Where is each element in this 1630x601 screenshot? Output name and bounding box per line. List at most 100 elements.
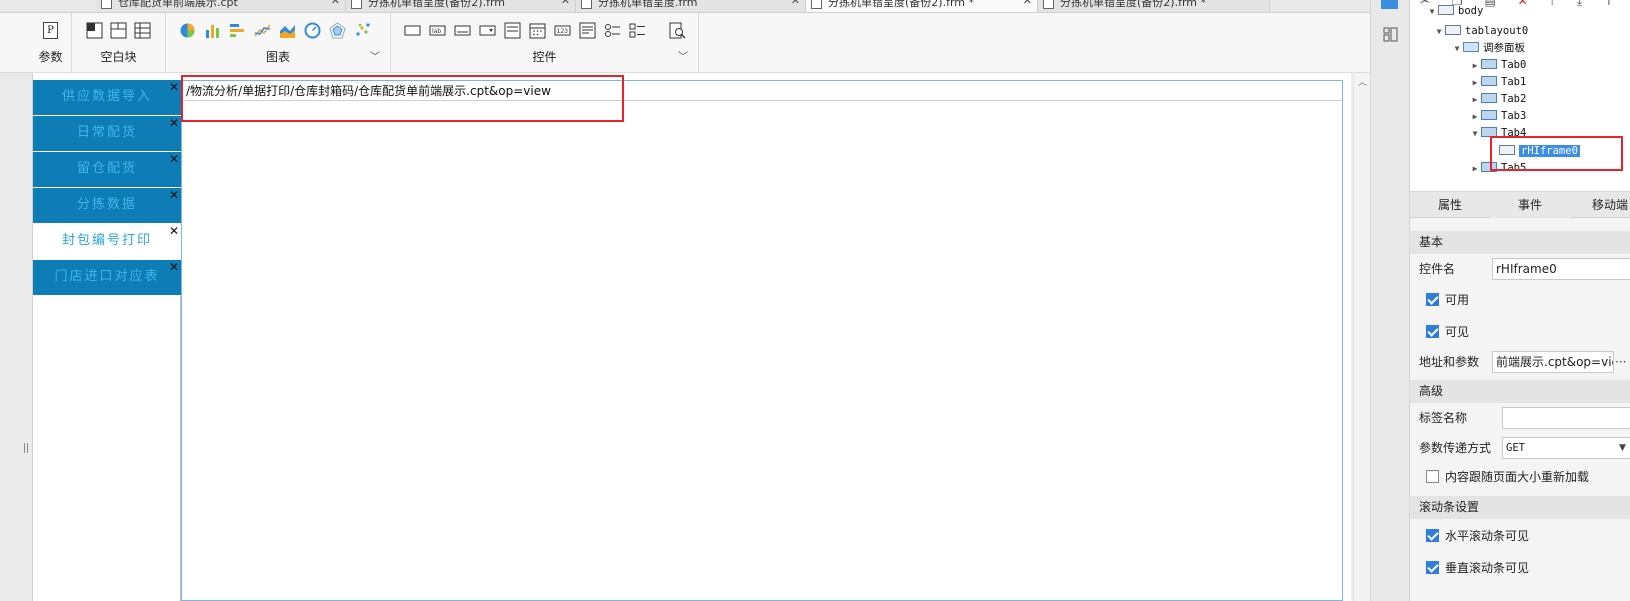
list-widget-icon[interactable] bbox=[504, 22, 521, 39]
tree-node-tab2[interactable]: ▶ Tab2 bbox=[1469, 91, 1526, 108]
frm-file-icon bbox=[351, 0, 362, 9]
checkbox-group-widget-icon[interactable] bbox=[629, 22, 646, 39]
horizontal-bar-chart-icon[interactable] bbox=[229, 22, 246, 39]
scatter-chart-icon[interactable] bbox=[354, 22, 371, 39]
pie-chart-icon[interactable] bbox=[179, 22, 196, 39]
collapsed-icon[interactable]: ▶ bbox=[1469, 57, 1481, 74]
nav-tab-1[interactable]: 日常配货 ✕ bbox=[33, 116, 181, 151]
close-icon[interactable]: ✕ bbox=[791, 0, 800, 7]
collapsed-icon[interactable]: ▶ bbox=[1469, 160, 1481, 177]
doc-tab-4[interactable]: 分拣机单错呈度(备份2).frm * bbox=[1038, 0, 1270, 12]
component-tree-icon[interactable] bbox=[1383, 27, 1398, 42]
enabled-checkbox[interactable] bbox=[1426, 293, 1439, 306]
tree-node-tab0[interactable]: ▶ Tab0 bbox=[1469, 57, 1526, 74]
advanced-section-header[interactable]: 高级 bbox=[1410, 380, 1630, 403]
scroll-section-header[interactable]: 滚动条设置 bbox=[1410, 496, 1630, 519]
close-icon[interactable]: ✕ bbox=[169, 142, 179, 176]
close-icon[interactable]: ✕ bbox=[169, 214, 179, 248]
tab-icon bbox=[1481, 76, 1497, 86]
widget-name-input[interactable]: rHIframe0 bbox=[1492, 258, 1630, 280]
number-widget-icon[interactable]: 123 bbox=[554, 22, 571, 39]
move-bottom-icon[interactable]: ⤓ bbox=[1577, 0, 1582, 8]
nav-tab-0[interactable]: 供应数据导入 ✕ bbox=[33, 80, 181, 115]
tree-node-body[interactable]: ▼ body bbox=[1426, 3, 1483, 20]
gauge-chart-icon[interactable] bbox=[304, 22, 321, 39]
close-icon[interactable]: ✕ bbox=[561, 0, 570, 7]
chevron-down-icon[interactable]: ﹀ bbox=[370, 48, 380, 63]
highlight-box-iframe-node bbox=[1490, 136, 1623, 171]
collapsed-icon[interactable]: ▶ bbox=[1469, 91, 1481, 108]
close-icon[interactable]: ✕ bbox=[331, 0, 340, 7]
tab-events[interactable]: 事件 bbox=[1490, 192, 1570, 218]
line-chart-icon[interactable] bbox=[254, 22, 271, 39]
expand-icon[interactable]: ▼ bbox=[1451, 40, 1463, 57]
move-up-icon[interactable]: ↑ bbox=[1604, 0, 1614, 8]
button-widget-icon[interactable] bbox=[404, 22, 421, 39]
nav-tab-4[interactable]: 封包编号打印 ✕ bbox=[33, 224, 181, 259]
doc-tab-title: 分拣机单错呈度(备份2).frm bbox=[368, 0, 505, 9]
tree-node-tablayout[interactable]: ▼ tablayout0 bbox=[1433, 23, 1528, 40]
body-icon bbox=[1438, 5, 1454, 15]
chevron-down-icon[interactable]: ﹀ bbox=[678, 48, 688, 63]
paste-icon[interactable]: ▤ bbox=[1484, 0, 1495, 8]
radio-group-widget-icon[interactable] bbox=[604, 22, 621, 39]
move-top-icon[interactable]: ⤒ bbox=[1550, 0, 1555, 8]
collapsed-icon[interactable]: ▶ bbox=[1469, 74, 1481, 91]
h-scroll-checkbox[interactable] bbox=[1426, 529, 1439, 542]
expand-icon[interactable]: ▼ bbox=[1433, 23, 1445, 40]
nav-tab-2[interactable]: 留仓配货 ✕ bbox=[33, 152, 181, 187]
tab-mobile[interactable]: 移动端 bbox=[1570, 192, 1630, 218]
close-icon[interactable]: ✕ bbox=[169, 70, 179, 104]
v-scroll-checkbox[interactable] bbox=[1426, 561, 1439, 574]
expand-icon[interactable]: ▼ bbox=[1469, 125, 1481, 142]
panel-icon bbox=[1463, 42, 1479, 52]
tag-name-input[interactable] bbox=[1502, 407, 1630, 429]
scroll-up-icon[interactable]: ︿ bbox=[1358, 75, 1367, 88]
dropdown-widget-icon[interactable] bbox=[479, 22, 496, 39]
iframe-widget[interactable]: /物流分析/单据打印/仓库封箱码/仓库配货单前端展示.cpt&op=view bbox=[181, 80, 1343, 601]
document-tab-strip: 仓库配货单前端展示.cpt ✕ 分拣机单错呈度(备份2).frm ✕ 分拣机单错… bbox=[0, 0, 1370, 13]
more-options-icon[interactable]: ··· bbox=[1615, 350, 1626, 374]
tree-node-tab3[interactable]: ▶ Tab3 bbox=[1469, 108, 1526, 125]
svg-text:lab: lab bbox=[432, 28, 441, 35]
parameter-panel-icon[interactable]: P bbox=[43, 22, 58, 39]
close-icon[interactable]: ✕ bbox=[169, 250, 179, 284]
doc-tab-1[interactable]: 分拣机单错呈度(备份2).frm ✕ bbox=[346, 0, 576, 12]
close-icon[interactable]: ✕ bbox=[169, 106, 179, 140]
absolute-layout-icon[interactable] bbox=[86, 22, 103, 39]
nav-tab-3[interactable]: 分拣数据 ✕ bbox=[33, 188, 181, 223]
doc-tab-3[interactable]: 分拣机单错呈度(备份2).frm * ✕ bbox=[806, 0, 1038, 12]
tree-node-tab1[interactable]: ▶ Tab1 bbox=[1469, 74, 1526, 91]
tree-node-panel[interactable]: ▼ 调参面板 bbox=[1451, 40, 1525, 57]
close-icon[interactable]: ✕ bbox=[169, 178, 179, 212]
text-field-widget-icon[interactable] bbox=[454, 22, 471, 39]
widget-library-icon[interactable] bbox=[1381, 0, 1398, 9]
tab-navigation: 供应数据导入 ✕ 日常配货 ✕ 留仓配货 ✕ 分拣数据 ✕ 封包编号打印 ✕ 门… bbox=[33, 80, 181, 296]
nav-tab-5[interactable]: 门店进口对应表 ✕ bbox=[33, 260, 181, 295]
chevron-down-icon[interactable]: ▼ bbox=[1619, 436, 1626, 460]
doc-tab-0[interactable]: 仓库配货单前端展示.cpt ✕ bbox=[96, 0, 346, 12]
canvas-vertical-scrollbar[interactable]: ︿ bbox=[1353, 73, 1370, 601]
param-method-select[interactable]: GET bbox=[1502, 437, 1630, 459]
expand-icon[interactable]: ▼ bbox=[1426, 3, 1438, 20]
report-block-icon[interactable] bbox=[134, 22, 151, 39]
close-icon[interactable]: ✕ bbox=[1023, 0, 1032, 7]
label-widget-icon[interactable]: lab bbox=[429, 22, 446, 39]
doc-tab-2[interactable]: 分拣机单错呈度.frm ✕ bbox=[576, 0, 806, 12]
drag-handle-icon[interactable] bbox=[24, 443, 28, 453]
visible-checkbox[interactable] bbox=[1426, 325, 1439, 338]
search-widget-icon[interactable] bbox=[669, 22, 686, 39]
radar-chart-icon[interactable] bbox=[329, 22, 346, 39]
url-input[interactable]: 前端展示.cpt&op=view bbox=[1492, 351, 1614, 373]
area-chart-icon[interactable] bbox=[279, 22, 296, 39]
textarea-widget-icon[interactable] bbox=[579, 22, 596, 39]
date-widget-icon[interactable] bbox=[529, 22, 546, 39]
collapsed-icon[interactable]: ▶ bbox=[1469, 108, 1481, 125]
basic-section-header[interactable]: 基本 bbox=[1410, 231, 1630, 254]
tab-layout-icon[interactable] bbox=[110, 22, 127, 39]
tab-properties[interactable]: 属性 bbox=[1410, 192, 1490, 218]
bar-chart-icon[interactable] bbox=[204, 22, 221, 39]
reload-checkbox[interactable] bbox=[1426, 470, 1439, 483]
highlight-box-url bbox=[181, 75, 624, 122]
delete-icon[interactable]: ✕ bbox=[1518, 0, 1528, 8]
